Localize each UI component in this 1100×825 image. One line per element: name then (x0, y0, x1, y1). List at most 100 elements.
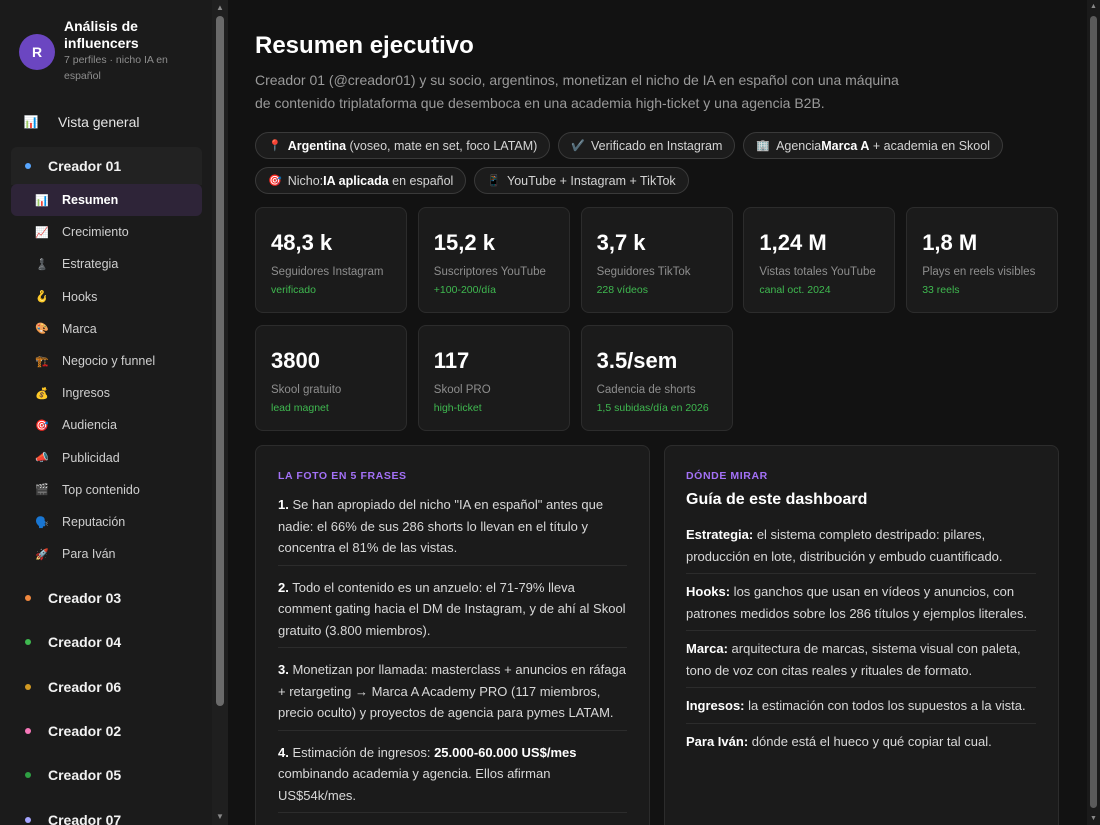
sidebar-group-creador-04[interactable]: Creador 04 (11, 627, 202, 657)
sidebar-scrollbar[interactable]: ▲ ▼ (212, 0, 228, 825)
guide-section-name[interactable]: Para Iván: (686, 734, 748, 749)
guide-item: Ingresos: la estimación con todos los su… (686, 688, 1036, 724)
page-scrollbar[interactable]: ▲ ▼ (1087, 0, 1100, 825)
sidebar-item-label: Vista general (58, 114, 140, 130)
stat-value: 3800 (271, 348, 320, 373)
guide-item: Estrategia: el sistema completo destripa… (686, 517, 1036, 574)
sidebar-item-resumen[interactable]: 📊 Resumen (11, 184, 202, 216)
sidebar-item-estrategia[interactable]: ♟️ Estrategia (11, 248, 202, 280)
avatar[interactable]: R (19, 34, 55, 70)
scroll-down-icon[interactable]: ▼ (1089, 815, 1098, 822)
phone-icon: 📱 (487, 175, 502, 187)
stat-label: Suscriptores YouTube (433, 266, 546, 278)
target-icon: 🎯 (35, 419, 49, 432)
chip-text: en español (388, 173, 454, 188)
sidebar-item-audiencia[interactable]: 🎯 Audiencia (11, 409, 202, 441)
stat-card: 1,8 M Plays en reels visibles 33 reels (906, 207, 1059, 313)
stat-card: 15,2 k Suscriptores YouTube +100-200/día (417, 207, 570, 313)
stat-note: canal oct. 2024 (759, 284, 831, 296)
stat-label: Seguidores Instagram (271, 266, 384, 278)
sidebar-group-creador-07[interactable]: Creador 07 (11, 805, 202, 825)
sentence-text: Monetizan por llamada: masterclass + anu… (278, 662, 626, 720)
chip-youtube-instagram-tiktok: 📱 YouTube + Instagram + TikTok (474, 167, 689, 194)
group-label: Creador 07 (48, 811, 122, 825)
guide-description: los ganchos que usan en vídeos y anuncio… (686, 584, 1028, 621)
guide-section-name[interactable]: Marca: (686, 641, 728, 656)
sidebar-item-label: Para Iván (62, 547, 116, 562)
sidebar-item-negocio-y-funnel[interactable]: 🏗️ Negocio y funnel (11, 345, 202, 377)
sidebar-item-para-ivan[interactable]: 🚀 Para Iván (11, 538, 202, 570)
sidebar-item-publicidad[interactable]: 📣 Publicidad (11, 442, 202, 474)
stat-value: 1,8 M (922, 230, 978, 255)
sidebar-item-top-contenido[interactable]: 🎬 Top contenido (11, 474, 202, 506)
scroll-up-icon[interactable]: ▲ (215, 3, 225, 13)
summary-sentence: 2. Todo el contenido es un anzuelo: el 7… (278, 566, 627, 648)
sentence-text: Todo el contenido es un anzuelo: el 71-7… (278, 579, 626, 638)
summary-sentence: 1. Se han apropiado del nicho "IA en esp… (278, 482, 627, 566)
guide-section-name[interactable]: Estrategia: (686, 527, 753, 542)
clapper-icon: 🎬 (35, 484, 49, 497)
stat-label: Skool gratuito (271, 384, 342, 396)
pin-icon: 📍 (268, 140, 282, 152)
guide-description: dónde está el hueco y qué copiar tal cua… (748, 733, 992, 749)
sidebar-item-ingresos[interactable]: 💰 Ingresos (11, 377, 202, 409)
sidebar-group-creador-03[interactable]: Creador 03 (11, 583, 202, 613)
panel-foto-5-frases: LA FOTO EN 5 FRASES 1. Se han apropiado … (255, 445, 650, 825)
guide-section-name[interactable]: Ingresos: (686, 698, 745, 713)
group-color-dot (25, 163, 31, 169)
palette-icon: 🎨 (35, 323, 49, 336)
sidebar-group-creador-01[interactable]: Creador 01 (11, 147, 202, 185)
guide-description: la estimación con todos los supuestos a … (744, 698, 1026, 713)
sidebar-item-label: Top contenido (62, 482, 140, 497)
sidebar-item-reputacion[interactable]: 🗣️ Reputación (11, 506, 202, 538)
stat-label: Seguidores TikTok (596, 266, 691, 278)
guide-item: Marca: arquitectura de marcas, sistema v… (686, 631, 1036, 688)
sidebar-item-hooks[interactable]: 🪝 Hooks (11, 281, 202, 313)
sentence-number: 1. (278, 497, 289, 512)
chip-bold-text: IA aplicada (323, 173, 389, 188)
scroll-up-icon[interactable]: ▲ (1089, 3, 1098, 10)
summary-sentence: 3. Monetizan por llamada: masterclass + … (278, 648, 627, 731)
building-icon: 🏢 (756, 140, 771, 152)
sidebar-item-marca[interactable]: 🎨 Marca (11, 313, 202, 345)
page-intro: Creador 01 (@creador01) y su socio, arge… (255, 72, 899, 111)
scrollbar-thumb[interactable] (216, 16, 224, 706)
chip-bold-text: Argentina (287, 138, 347, 153)
stat-value: 48,3 k (271, 230, 333, 255)
sidebar-item-vista-general[interactable]: 📊 Vista general (11, 107, 202, 137)
rocket-icon: 🚀 (35, 548, 49, 561)
sidebar-item-label: Estrategia (62, 257, 119, 272)
group-color-dot (25, 772, 31, 779)
stat-card: 3,7 k Seguidores TikTok 228 vídeos (580, 207, 733, 313)
sidebar-group-creador-02[interactable]: Creador 02 (11, 716, 202, 746)
guide-section-name[interactable]: Hooks: (686, 584, 730, 599)
panel-donde-mirar: DÓNDE MIRAR Guía de este dashboard Estra… (664, 445, 1059, 825)
stat-note: 33 reels (922, 284, 960, 296)
stat-card: 117 Skool PRO high-ticket (417, 325, 570, 431)
stat-note: lead magnet (271, 402, 329, 414)
stat-card: 3.5/sem Cadencia de shorts 1,5 subidas/día… (580, 325, 733, 431)
panel-kicker: LA FOTO EN 5 FRASES (278, 470, 407, 482)
scrollbar-thumb[interactable] (1090, 16, 1097, 808)
guide-description: arquitectura de marcas, sistema visual c… (686, 641, 1021, 678)
sidebar-item-crecimiento[interactable]: 📈 Crecimiento (11, 216, 202, 248)
stat-note: high-ticket (433, 402, 482, 414)
stat-value: 1,24 M (759, 230, 827, 255)
chip-text: (voseo, mate en set, foco LATAM) (346, 138, 538, 153)
chip-text: YouTube + Instagram + TikTok (507, 173, 676, 188)
stat-label: Vistas totales YouTube (759, 266, 876, 278)
stat-card: 1,24 M Vistas totales YouTube canal oct. 2… (743, 207, 896, 313)
sidebar-group-creador-06[interactable]: Creador 06 (11, 672, 202, 702)
chip-agencia-marca-a-academia-en-sk: 🏢 Agencia Marca A + academia en Skool (743, 132, 1003, 159)
stat-value: 117 (433, 348, 470, 373)
megaphone-icon: 📣 (35, 452, 49, 465)
sidebar-item-label: Resumen (62, 193, 119, 207)
scroll-down-icon[interactable]: ▼ (215, 812, 225, 822)
sidebar-group-creador-05[interactable]: Creador 05 (11, 760, 202, 790)
sentence-text: Se han apropiado del nicho "IA en españo… (278, 497, 604, 555)
building-icon: 🏗️ (35, 355, 49, 368)
sentence-number: 3. (278, 662, 289, 677)
app-brand: R Análisis de influencers 7 perfiles · n… (0, 0, 212, 100)
stat-label: Plays en reels visibles (922, 266, 1036, 278)
stat-label: Skool PRO (433, 384, 491, 396)
